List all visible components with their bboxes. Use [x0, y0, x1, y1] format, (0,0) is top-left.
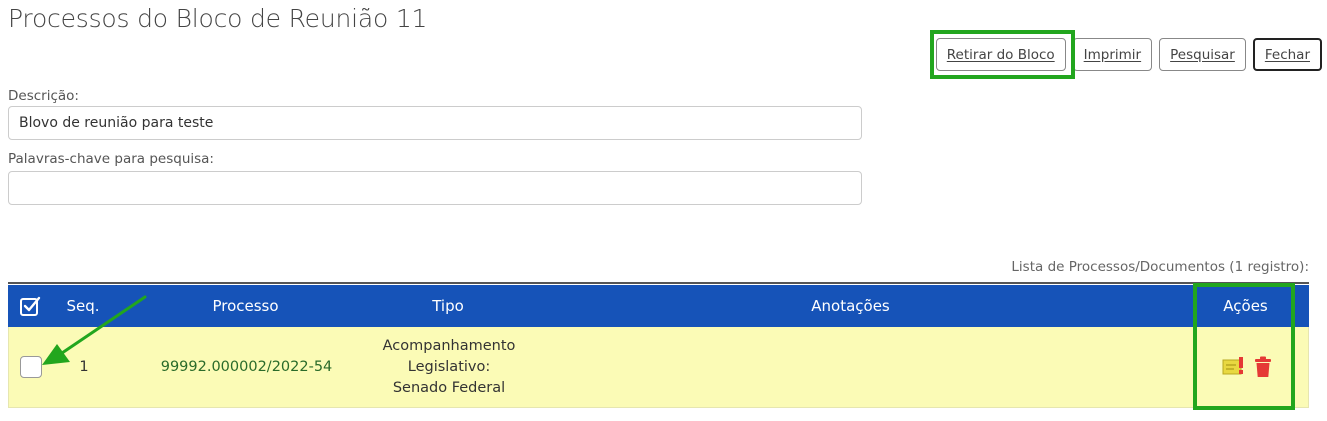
descricao-field[interactable]: Blovo de reunião para teste [8, 106, 862, 140]
row-tipo-line-3: Senado Federal [392, 379, 506, 396]
table-header: Seq. Processo Tipo Anotações Ações [8, 285, 1309, 327]
row-tipo: Acompanhamento Legislativo: Senado Feder… [369, 327, 529, 407]
descricao-label: Descrição: [8, 88, 79, 104]
row-anotacoes [539, 327, 1164, 407]
header-tipo: Tipo [432, 297, 464, 315]
row-processo-link[interactable]: 99992.000002/2022-54 [144, 327, 349, 407]
fechar-button[interactable]: Fechar [1252, 38, 1322, 71]
row-tipo-line-1: Acompanhamento [382, 337, 516, 354]
pesquisar-button[interactable]: Pesquisar [1159, 38, 1246, 71]
row-acoes [1199, 327, 1294, 407]
header-processo: Processo [212, 297, 279, 315]
table-top-rule [8, 282, 1309, 284]
retirar-do-bloco-button[interactable]: Retirar do Bloco [935, 38, 1066, 71]
imprimir-button[interactable]: Imprimir [1072, 38, 1153, 71]
header-anotacoes: Anotações [811, 297, 890, 315]
table-caption: Lista de Processos/Documentos (1 registr… [1011, 259, 1309, 275]
palavras-chave-field[interactable] [8, 171, 862, 205]
trash-icon[interactable] [1254, 356, 1272, 378]
palavras-chave-label: Palavras-chave para pesquisa: [8, 151, 214, 167]
arrow-annotation [42, 295, 147, 365]
row-tipo-line-2: Legislativo: [407, 358, 491, 375]
table-row: 1 99992.000002/2022-54 Acompanhamento Le… [8, 327, 1309, 408]
annotation-icon[interactable] [1222, 356, 1246, 378]
header-acoes: Ações [1223, 297, 1268, 315]
toolbar: Retirar do Bloco Imprimir Pesquisar Fech… [935, 38, 1322, 71]
page-title: Processos do Bloco de Reunião 11 [8, 4, 428, 33]
